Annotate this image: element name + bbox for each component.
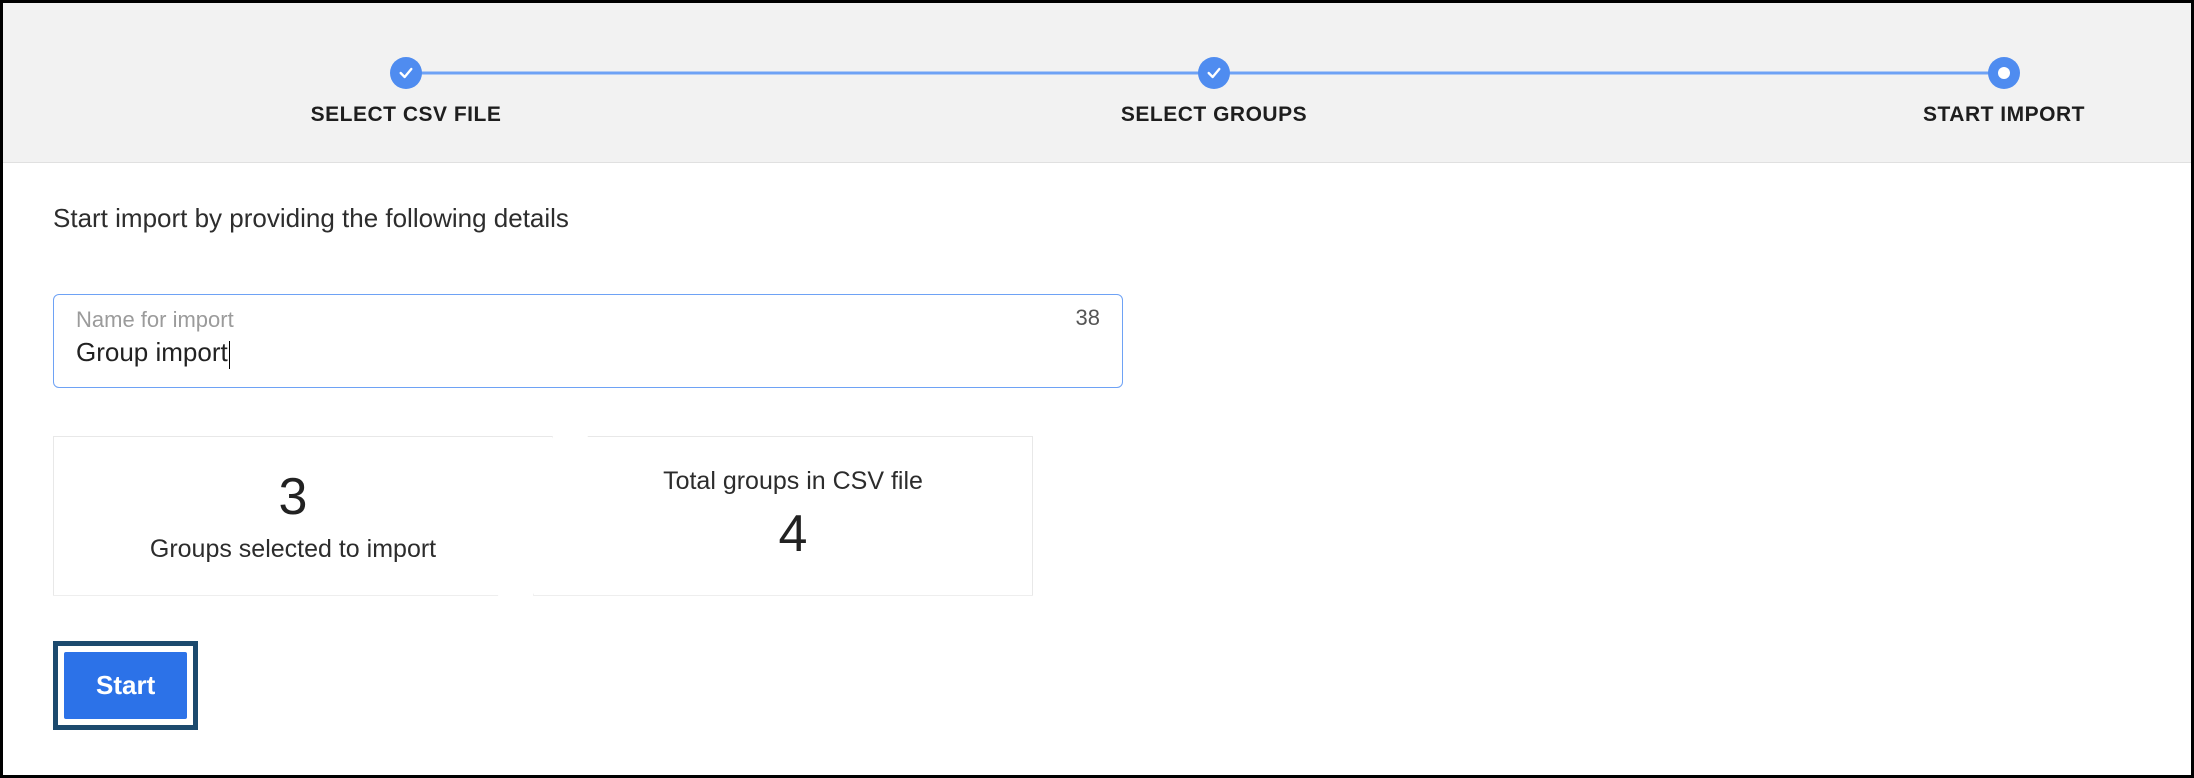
stat-card-total: Total groups in CSV file 4 (533, 436, 1033, 596)
import-name-field[interactable]: Name for import Group import 38 (53, 294, 1123, 388)
step-dot-select-csv[interactable] (390, 57, 422, 89)
stat-selected-caption: Groups selected to import (150, 535, 436, 564)
main-panel: Start import by providing the following … (3, 163, 2191, 730)
step-line-1 (406, 72, 1214, 75)
stepper-bar: SELECT CSV FILE SELECT GROUPS START IMPO… (3, 3, 2191, 163)
stat-card-selected: 3 Groups selected to import (53, 436, 553, 596)
check-icon (398, 65, 414, 81)
import-name-input[interactable]: Group import (76, 337, 228, 367)
start-button[interactable]: Start (64, 652, 187, 719)
stepper-labels: SELECT CSV FILE SELECT GROUPS START IMPO… (3, 103, 2191, 133)
import-name-char-count: 38 (1076, 305, 1100, 331)
stat-total-caption: Total groups in CSV file (663, 467, 923, 496)
current-step-indicator-icon (1998, 67, 2010, 79)
step-label-select-groups: SELECT GROUPS (1121, 103, 1307, 127)
stats-row: 3 Groups selected to import Total groups… (53, 436, 2141, 596)
instruction-text: Start import by providing the following … (53, 203, 2141, 234)
step-label-start-import: START IMPORT (1923, 103, 2085, 127)
import-name-label: Name for import (76, 307, 1100, 333)
step-line-2 (1214, 72, 2004, 75)
step-dot-start-import[interactable] (1988, 57, 2020, 89)
step-dot-select-groups[interactable] (1198, 57, 1230, 89)
stat-selected-value: 3 (279, 467, 308, 527)
check-icon (1206, 65, 1222, 81)
stepper-track (3, 55, 2191, 91)
app-frame: SELECT CSV FILE SELECT GROUPS START IMPO… (0, 0, 2194, 778)
stat-total-value: 4 (779, 504, 808, 564)
step-label-select-csv: SELECT CSV FILE (311, 103, 502, 127)
text-cursor-icon (229, 341, 230, 369)
start-button-highlight: Start (53, 641, 198, 730)
